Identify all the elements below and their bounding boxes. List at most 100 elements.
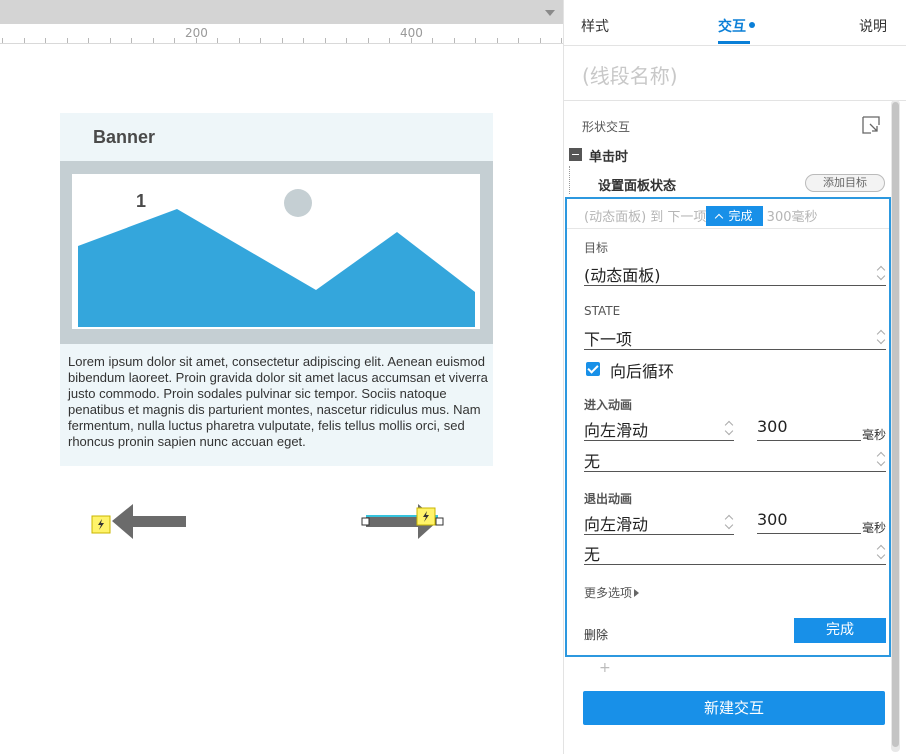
mountain-image-icon xyxy=(78,189,475,327)
ruler-tick xyxy=(497,38,498,43)
active-dot-icon xyxy=(749,22,755,28)
summary-done-label: 完成 xyxy=(728,209,753,223)
target-label: 目标 xyxy=(584,241,609,255)
segment-name-input[interactable]: (线段名称) xyxy=(582,60,678,89)
enter-easing-select[interactable]: 无 xyxy=(584,446,886,472)
shape-interaction-heading: 形状交互 xyxy=(582,120,631,134)
chevron-up-icon xyxy=(715,213,724,222)
dropdown-arrow-icon[interactable] xyxy=(545,10,555,16)
banner-title: Banner xyxy=(93,127,156,147)
ruler-tick xyxy=(454,38,455,43)
right-arrow-icon xyxy=(361,504,444,539)
target-value: (动态面板) xyxy=(584,266,661,285)
panel-scrollbar[interactable] xyxy=(891,100,900,752)
enter-duration-value: 300 xyxy=(757,417,788,436)
ruler-tick xyxy=(110,38,111,43)
updown-arrows-icon xyxy=(876,543,886,561)
done-button[interactable]: 完成 xyxy=(794,618,886,643)
enter-duration-unit: 毫秒 xyxy=(862,428,887,442)
ruler-tick xyxy=(217,38,218,43)
banner-widget[interactable]: Banner 1 Lorem ipsum dolor sit amet, con… xyxy=(60,113,493,466)
next-arrow-button[interactable] xyxy=(360,500,450,542)
loop-label: 向后循环 xyxy=(610,362,675,381)
ruler-tick xyxy=(45,38,46,43)
prev-arrow-button[interactable] xyxy=(90,500,190,542)
tab-notes[interactable]: 说明 xyxy=(859,16,887,36)
collapse-icon[interactable] xyxy=(569,148,582,161)
tree-connector xyxy=(569,166,570,194)
ruler-tick xyxy=(131,38,132,43)
loop-checkbox[interactable] xyxy=(586,362,600,376)
ruler-tick xyxy=(282,38,283,43)
triangle-right-icon xyxy=(634,589,640,597)
state-select[interactable]: 下一项 xyxy=(584,324,886,350)
ruler-tick xyxy=(2,38,3,43)
ruler-tick xyxy=(368,38,369,43)
expand-icon[interactable] xyxy=(862,116,880,134)
enter-easing-value: 无 xyxy=(584,452,601,471)
ruler-tick xyxy=(24,38,25,43)
banner-body-text: Lorem ipsum dolor sit amet, consectetur … xyxy=(68,354,488,449)
enter-animation-value: 向左滑动 xyxy=(584,421,649,440)
event-onclick[interactable]: 单击时 xyxy=(589,146,628,165)
ruler-tick xyxy=(153,38,154,43)
exit-duration-unit: 毫秒 xyxy=(862,521,887,535)
ruler-tick xyxy=(88,38,89,43)
selection-handle xyxy=(361,517,370,526)
exit-easing-value: 无 xyxy=(584,545,601,564)
sun-shape xyxy=(284,189,312,217)
ruler-tick xyxy=(303,38,304,43)
selection-handle xyxy=(435,517,444,526)
ruler-tick xyxy=(346,38,347,43)
design-canvas[interactable]: 200 400 Banner 1 Lorem ipsum dolor sit a… xyxy=(0,0,563,754)
ruler-tick xyxy=(67,38,68,43)
divider xyxy=(564,100,906,101)
target-select[interactable]: (动态面板) xyxy=(584,260,886,286)
ruler-tick xyxy=(518,38,519,43)
add-target-button[interactable]: 添加目标 xyxy=(805,174,885,192)
more-options-link[interactable]: 更多选项 xyxy=(584,584,640,601)
enter-animation-select[interactable]: 向左滑动 xyxy=(584,415,734,441)
ruler-label-200: 200 xyxy=(185,26,208,40)
dynamic-panel-frame[interactable]: 1 xyxy=(60,161,493,344)
delete-link[interactable]: 删除 xyxy=(584,626,608,643)
exit-easing-select[interactable]: 无 xyxy=(584,539,886,565)
action-summary: (动态面板) 到 下一项 向左滑动 300毫秒 xyxy=(584,210,818,225)
ruler-tick xyxy=(540,38,541,43)
ruler-tick xyxy=(174,38,175,43)
ruler-tick xyxy=(432,38,433,43)
tab-interact[interactable]: 交互 xyxy=(718,16,755,36)
ruler-tick xyxy=(260,38,261,43)
exit-duration-input[interactable]: 300 xyxy=(757,508,861,534)
inspector-panel: 样式 交互 说明 (线段名称) 形状交互 单击时 设置面板状态 添加目标 (动态… xyxy=(563,0,906,754)
tab-style[interactable]: 样式 xyxy=(581,16,609,36)
updown-arrows-icon xyxy=(876,450,886,468)
updown-arrows-icon xyxy=(724,419,734,437)
left-arrow-icon xyxy=(91,504,186,539)
state-label: STATE xyxy=(584,304,621,318)
summary-done-button[interactable]: 完成 xyxy=(706,206,763,226)
exit-animation-value: 向左滑动 xyxy=(584,515,649,534)
exit-duration-value: 300 xyxy=(757,510,788,529)
enter-duration-input[interactable]: 300 xyxy=(757,415,861,441)
ruler-tick xyxy=(389,38,390,43)
updown-arrows-icon xyxy=(876,328,886,346)
canvas-top-bar xyxy=(0,0,563,24)
ruler-label-400: 400 xyxy=(400,26,423,40)
slide-image-placeholder: 1 xyxy=(72,174,480,329)
updown-arrows-icon xyxy=(724,513,734,531)
ruler-tick xyxy=(475,38,476,43)
divider xyxy=(567,228,889,229)
mountain-shape xyxy=(78,209,475,327)
scrollbar-thumb[interactable] xyxy=(892,102,899,747)
state-value: 下一项 xyxy=(584,330,633,349)
add-action-icon[interactable]: + xyxy=(599,660,611,676)
ruler-tick xyxy=(239,38,240,43)
exit-animation-select[interactable]: 向左滑动 xyxy=(584,509,734,535)
action-set-panel-state[interactable]: 设置面板状态 xyxy=(598,175,676,194)
new-interaction-button[interactable]: 新建交互 xyxy=(583,691,885,725)
active-tab-underline xyxy=(718,41,750,44)
more-options-label: 更多选项 xyxy=(584,586,633,600)
tab-interact-label: 交互 xyxy=(718,19,746,35)
exit-animation-label: 退出动画 xyxy=(584,492,633,506)
